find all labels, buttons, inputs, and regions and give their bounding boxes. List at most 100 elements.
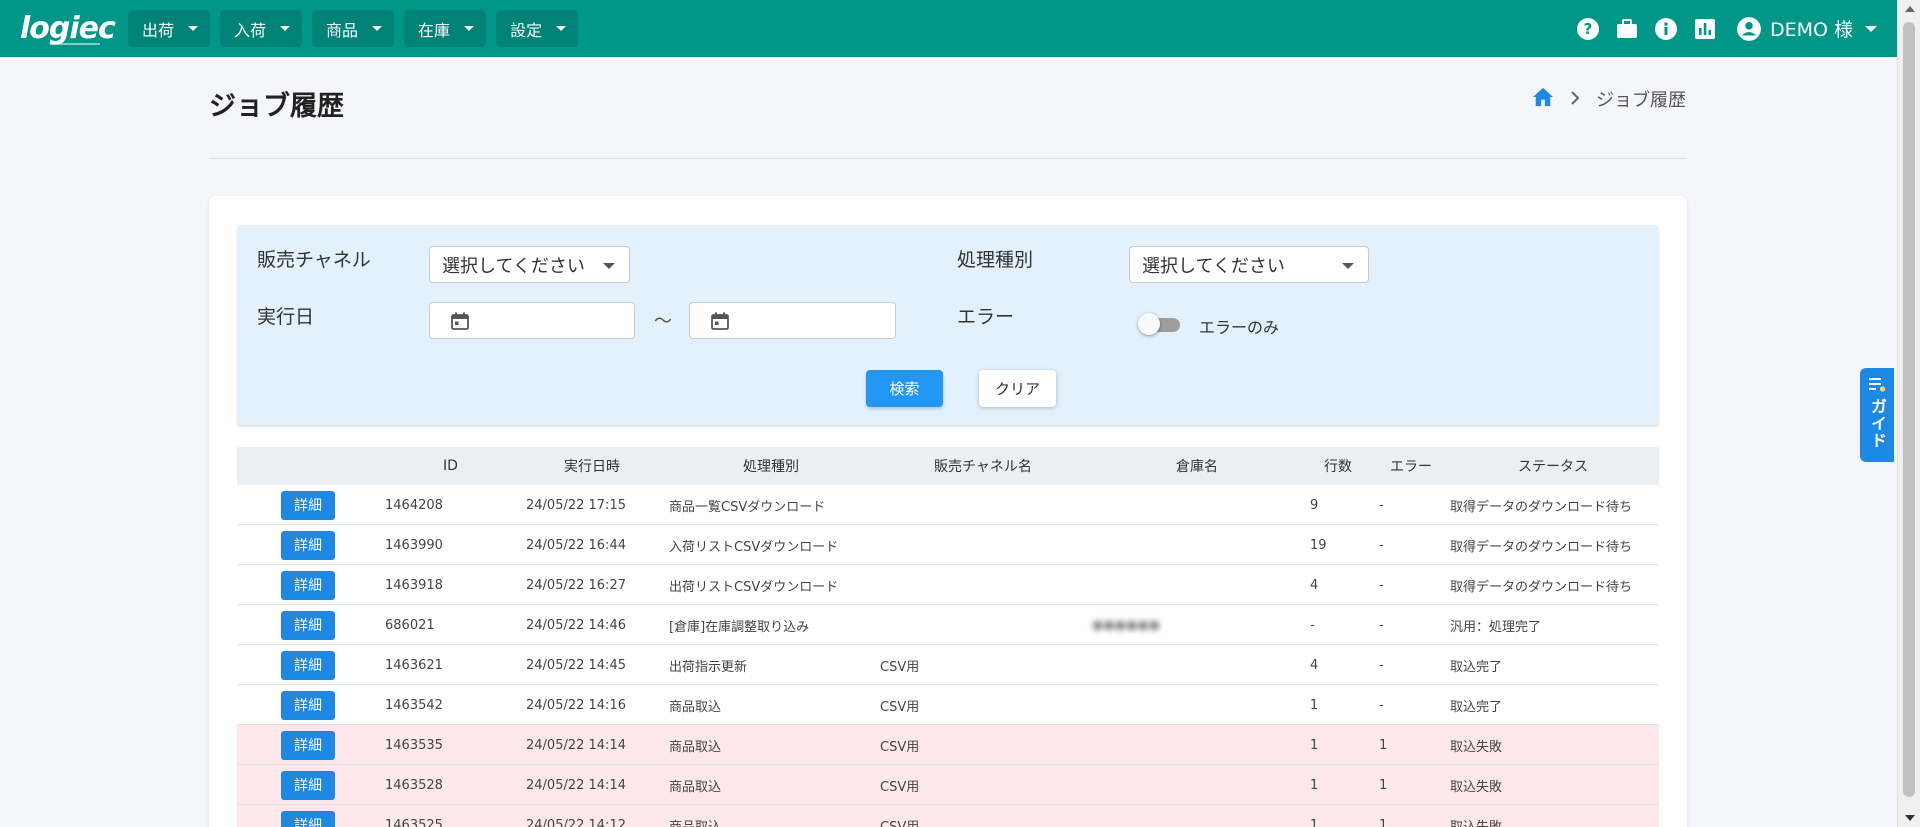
cell-detail: 詳細 (281, 525, 335, 565)
table-row: 詳細 1463542 24/05/22 14:16 商品取込 CSV用 1 - 取込完了 (237, 685, 1659, 725)
detail-button[interactable]: 詳細 (281, 490, 335, 520)
detail-button[interactable]: 詳細 (281, 810, 335, 827)
nav-receiving[interactable]: 入荷 (220, 10, 303, 47)
cell-id: 1463918 (385, 577, 443, 593)
type-select[interactable]: 選択してください (1129, 246, 1369, 283)
scroll-thumb[interactable] (1903, 22, 1915, 797)
cell-type: 出荷リストCSVダウンロード (669, 579, 839, 595)
cell-id: 686021 (385, 617, 435, 633)
cell-status: 取込失敗 (1450, 739, 1503, 755)
calendar-icon (711, 312, 729, 330)
channel-select-value: 選択してください (442, 255, 585, 277)
error-only-toggle[interactable] (1138, 313, 1180, 335)
cell-lines: 4 (1310, 577, 1319, 593)
scroll-down-icon[interactable] (1905, 815, 1915, 821)
clear-button[interactable]: クリア (979, 370, 1056, 407)
caret-down-icon (1865, 25, 1877, 32)
nav-shipping[interactable]: 出荷 (128, 10, 211, 47)
cell-status: 取得データのダウンロード待ち (1450, 539, 1633, 555)
cell-error: - (1379, 657, 1384, 673)
search-button[interactable]: 検索 (866, 370, 943, 407)
logo[interactable]: logiec (20, 11, 116, 46)
nav-label: 設定 (510, 20, 543, 40)
cell-error: - (1379, 577, 1384, 593)
briefcase-icon[interactable] (1615, 16, 1640, 41)
cell-lines: 19 (1310, 537, 1327, 553)
breadcrumb-current: ジョブ履歴 (1596, 90, 1686, 111)
chart-icon[interactable] (1693, 16, 1718, 41)
cell-type: 商品取込 (669, 779, 722, 795)
date-to-input[interactable] (689, 302, 896, 339)
info-icon[interactable] (1654, 16, 1679, 41)
guide-tab[interactable]: ガイド (1860, 368, 1894, 462)
cell-error: 1 (1379, 737, 1388, 753)
cell-channel: CSV用 (880, 819, 920, 827)
table-row: 詳細 686021 24/05/22 14:46 [倉庫]在庫調整取り込み ●●●●●●… (237, 605, 1659, 645)
cell-id: 1463525 (385, 817, 443, 827)
cell-detail: 詳細 (281, 605, 335, 645)
nav-settings[interactable]: 設定 (496, 10, 579, 47)
detail-button[interactable]: 詳細 (281, 650, 335, 680)
guide-label: ガイド (1868, 398, 1887, 449)
cell-status: 取得データのダウンロード待ち (1450, 579, 1633, 595)
cell-status: 取込完了 (1450, 659, 1503, 675)
detail-button[interactable]: 詳細 (281, 530, 335, 560)
cell-datetime: 24/05/22 14:46 (526, 617, 626, 633)
cell-channel: CSV用 (880, 739, 920, 755)
cell-detail: 詳細 (281, 725, 335, 765)
cell-type: 商品取込 (669, 819, 722, 827)
page-title: ジョブ履歴 (209, 91, 344, 122)
cell-datetime: 24/05/22 16:44 (526, 537, 626, 553)
caret-down-icon (280, 26, 291, 31)
header-lines: 行数 (1324, 459, 1352, 475)
scroll-up-icon[interactable] (1905, 6, 1915, 12)
home-icon[interactable] (1532, 87, 1554, 112)
cell-detail: 詳細 (281, 485, 335, 525)
table-header: ID 実行日時 処理種別 販売チャネル名 倉庫名 行数 エラー ステータス (237, 447, 1659, 485)
nav-inventory[interactable]: 在庫 (404, 10, 487, 47)
date-from-input[interactable] (429, 302, 635, 339)
cell-id: 1463990 (385, 537, 443, 553)
cell-datetime: 24/05/22 16:27 (526, 577, 626, 593)
cell-error: - (1379, 617, 1384, 633)
detail-button[interactable]: 詳細 (281, 610, 335, 640)
cell-channel: CSV用 (880, 779, 920, 795)
title-divider (209, 158, 1687, 159)
detail-button[interactable]: 詳細 (281, 690, 335, 720)
main-nav: 出荷 入荷 商品 在庫 設定 (128, 10, 579, 47)
cell-id: 1464208 (385, 497, 443, 513)
user-menu[interactable]: DEMO 様 (1736, 15, 1877, 42)
caret-down-icon (556, 26, 567, 31)
detail-button[interactable]: 詳細 (281, 730, 335, 760)
type-label: 処理種別 (957, 249, 1034, 271)
channel-select[interactable]: 選択してください (429, 246, 630, 283)
cell-channel: CSV用 (880, 659, 920, 675)
header-type: 処理種別 (743, 459, 799, 475)
job-history-card: 販売チャネル 選択してください 処理種別 選択してください 実行日 〜 エラー … (209, 196, 1687, 827)
cell-type: 商品取込 (669, 699, 722, 715)
caret-down-icon (603, 263, 615, 269)
cell-datetime: 24/05/22 14:12 (526, 817, 626, 827)
detail-button[interactable]: 詳細 (281, 770, 335, 800)
nav-label: 入荷 (234, 20, 267, 40)
cell-error: - (1379, 497, 1384, 513)
svg-text:?: ? (1584, 20, 1593, 38)
table-row: 詳細 1463535 24/05/22 14:14 商品取込 CSV用 1 1 取込失敗 (237, 725, 1659, 765)
cell-error: - (1379, 537, 1384, 553)
cell-status: 取得データのダウンロード待ち (1450, 499, 1633, 515)
cell-lines: 1 (1310, 777, 1319, 793)
help-icon[interactable]: ? (1576, 16, 1601, 41)
nav-products[interactable]: 商品 (312, 10, 395, 47)
cell-type: 入荷リストCSVダウンロード (669, 539, 839, 555)
toggle-knob (1138, 313, 1160, 335)
header-datetime: 実行日時 (564, 459, 620, 475)
table-row: 詳細 1463621 24/05/22 14:45 出荷指示更新 CSV用 4 - 取込完了 (237, 645, 1659, 685)
channel-label: 販売チャネル (257, 249, 371, 271)
cell-lines: 1 (1310, 817, 1319, 827)
page-scrollbar[interactable] (1897, 0, 1920, 827)
caret-down-icon (464, 26, 475, 31)
detail-button[interactable]: 詳細 (281, 570, 335, 600)
caret-down-icon (1342, 263, 1354, 269)
chevron-right-icon (1570, 89, 1580, 110)
cell-detail: 詳細 (281, 565, 335, 605)
